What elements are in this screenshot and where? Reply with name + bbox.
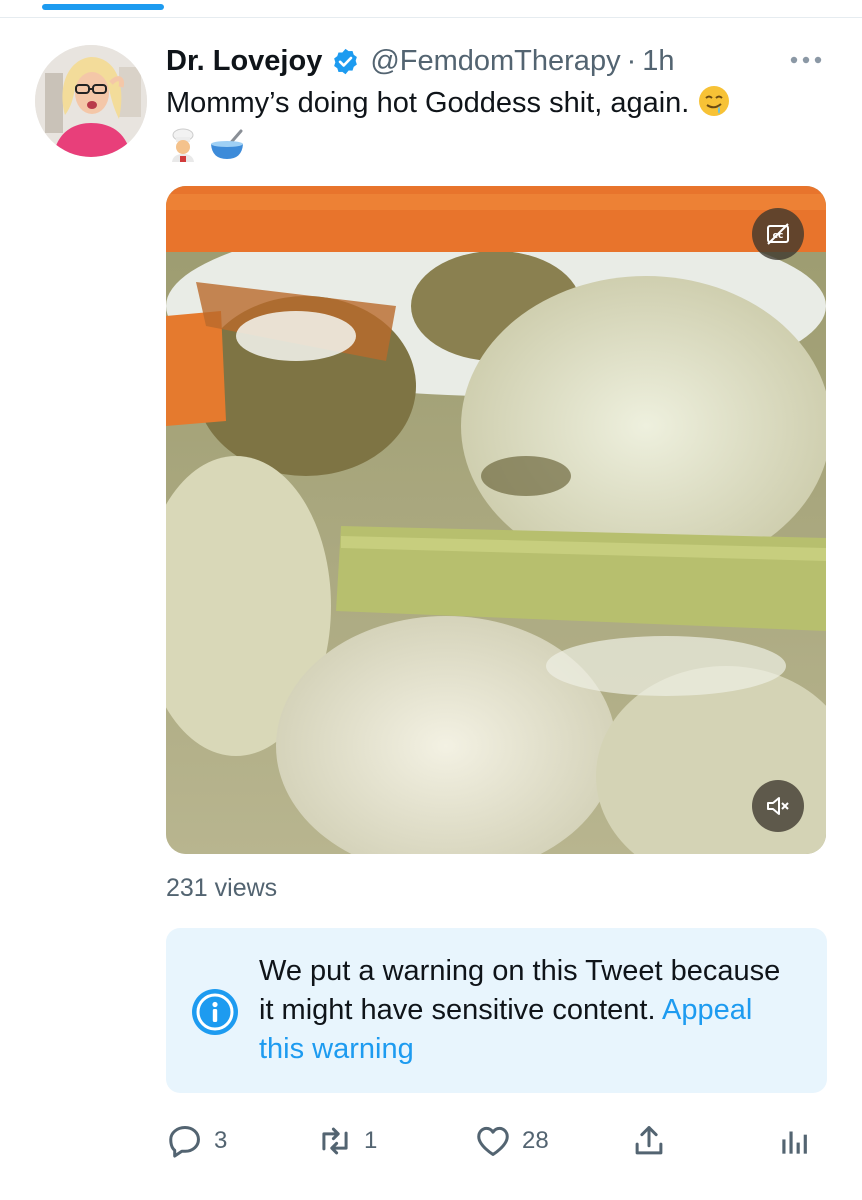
svg-text:cc: cc: [773, 231, 784, 241]
tweet-text-content: Mommy’s doing hot Goddess shit, again.: [166, 87, 690, 119]
retweet-button[interactable]: 1: [316, 1118, 377, 1164]
tweet-video[interactable]: cc: [166, 186, 826, 854]
top-divider: [0, 17, 862, 18]
info-icon: [191, 988, 239, 1036]
captions-toggle-button[interactable]: cc: [752, 208, 804, 260]
muted-speaker-icon: [767, 797, 789, 815]
like-count: 28: [522, 1127, 549, 1154]
sensitive-content-warning: We put a warning on this Tweet because i…: [166, 928, 827, 1093]
cook-emoji-icon: [166, 128, 200, 172]
more-dots-icon: [790, 56, 822, 64]
verified-badge-icon: [331, 47, 360, 76]
video-frame-soup-image: [166, 186, 826, 854]
drooling-face-emoji-icon: [697, 84, 731, 128]
reply-button[interactable]: 3: [166, 1118, 227, 1164]
tweet-actions-bar: 3 1 28: [166, 1118, 826, 1164]
avatar-image: [35, 45, 147, 157]
active-tab-indicator: [42, 4, 164, 10]
retweet-count: 1: [364, 1127, 378, 1154]
warning-message: We put a warning on this Tweet because i…: [259, 952, 799, 1069]
separator-dot: ·: [626, 44, 637, 77]
timestamp[interactable]: 1h: [642, 45, 674, 78]
analytics-icon: [782, 1131, 807, 1154]
heart-icon: [477, 1126, 509, 1156]
user-handle[interactable]: @FemdomTherapy: [370, 45, 620, 78]
tweet-header: Dr. Lovejoy @FemdomTherapy · 1h: [166, 41, 675, 81]
share-icon: [635, 1126, 663, 1155]
captions-off-icon: cc: [767, 223, 789, 245]
avatar[interactable]: [35, 45, 147, 157]
view-count: 231 views: [166, 874, 278, 902]
retweet-icon: [322, 1127, 348, 1155]
view-analytics-button[interactable]: [776, 1118, 814, 1164]
tweet-text: Mommy’s doing hot Goddess shit, again.: [166, 84, 816, 172]
reply-icon: [169, 1126, 200, 1158]
unmute-button[interactable]: [752, 780, 804, 832]
like-button[interactable]: 28: [474, 1118, 549, 1164]
display-name[interactable]: Dr. Lovejoy: [166, 45, 322, 78]
reply-count: 3: [214, 1127, 228, 1154]
more-options-button[interactable]: [786, 48, 826, 72]
bowl-with-spoon-emoji-icon: [208, 128, 246, 172]
share-button[interactable]: [630, 1118, 668, 1164]
